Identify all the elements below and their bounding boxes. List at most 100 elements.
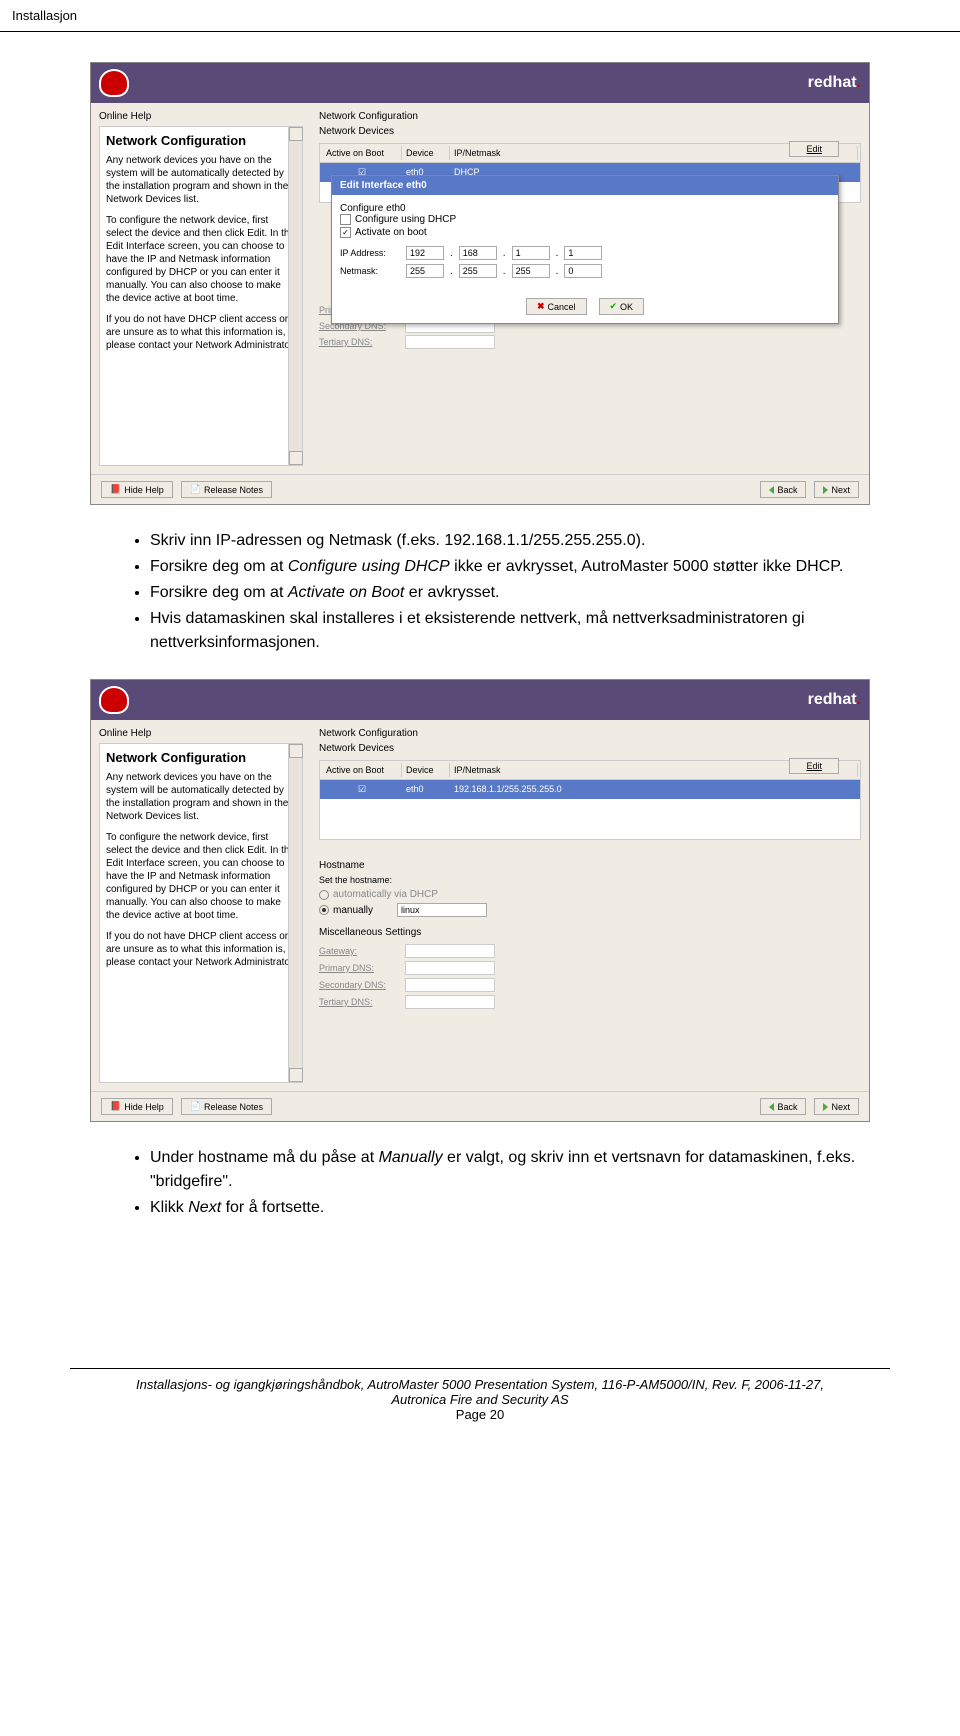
help-heading: Network Configuration <box>106 133 296 148</box>
release-notes-button[interactable]: 📄 Release Notes <box>181 481 272 498</box>
back-button[interactable]: Back <box>760 1098 806 1115</box>
misc-title: Miscellaneous Settings <box>319 927 861 938</box>
nm-octet-4[interactable]: 0 <box>564 264 602 278</box>
set-hostname-label: Set the hostname: <box>319 875 861 885</box>
footer-line-1: Installasjons- og igangkjøringshåndbok, … <box>10 1377 950 1392</box>
tertiary-dns-input[interactable] <box>405 995 495 1009</box>
help-para-1: Any network devices you have on the syst… <box>106 154 296 206</box>
activate-label: Activate on boot <box>355 227 427 238</box>
header-text: Installasjon <box>12 8 77 23</box>
installer-header: redhat. <box>91 63 869 103</box>
help-para-2: To configure the network device, first s… <box>106 214 296 305</box>
gateway-label: Gateway: <box>319 946 399 956</box>
online-help-title: Online Help <box>99 728 303 739</box>
active-checkbox[interactable]: ☑ <box>322 782 402 797</box>
edit-button[interactable]: Edit <box>789 758 839 774</box>
ok-icon: ✔ <box>610 301 618 312</box>
dhcp-checkbox-row[interactable]: Configure using DHCP <box>340 214 830 225</box>
nm-octet-2[interactable]: 255 <box>459 264 497 278</box>
ip-address-label: IP Address: <box>340 248 400 258</box>
page-header: Installasjon <box>0 0 960 32</box>
release-notes-button[interactable]: 📄 Release Notes <box>181 1098 272 1115</box>
next-arrow-icon <box>823 1103 828 1111</box>
manual-radio-row[interactable]: manually <box>319 903 861 917</box>
ip-octet-4[interactable]: 1 <box>564 246 602 260</box>
primary-dns-input[interactable] <box>405 961 495 975</box>
edit-interface-dialog: Edit Interface eth0 Configure eth0 Confi… <box>331 175 839 324</box>
activate-checkbox[interactable]: ✓ <box>340 227 351 238</box>
panel-title: Network Configuration <box>319 111 861 122</box>
instruction-list-2: Under hostname må du påse at Manually er… <box>90 1146 870 1220</box>
auto-dhcp-radio-row[interactable]: automatically via DHCP <box>319 889 861 900</box>
nm-octet-1[interactable]: 255 <box>406 264 444 278</box>
ok-button[interactable]: ✔OK <box>599 298 645 315</box>
help-scrollbar[interactable] <box>288 744 302 1082</box>
scroll-up-icon[interactable] <box>289 127 303 141</box>
back-arrow-icon <box>769 1103 774 1111</box>
scroll-down-icon[interactable] <box>289 451 303 465</box>
cancel-icon: ✖ <box>537 301 545 312</box>
back-button[interactable]: Back <box>760 481 806 498</box>
help-para-2: To configure the network device, first s… <box>106 831 296 922</box>
hide-help-button[interactable]: 📕 Hide Help <box>101 481 173 498</box>
tertiary-dns-label: Tertiary DNS: <box>319 997 399 1007</box>
list-item: Under hostname må du påse at Manually er… <box>150 1146 870 1194</box>
devices-label: Network Devices <box>319 126 861 137</box>
next-button[interactable]: Next <box>814 481 859 498</box>
nm-octet-3[interactable]: 255 <box>512 264 550 278</box>
panel-title: Network Configuration <box>319 728 861 739</box>
help-para-3: If you do not have DHCP client access or… <box>106 313 296 352</box>
devices-label: Network Devices <box>319 743 861 754</box>
primary-dns-label: Primary DNS: <box>319 963 399 973</box>
auto-radio[interactable] <box>319 890 329 900</box>
hostname-section: Hostname Set the hostname: automatically… <box>319 860 861 917</box>
cancel-button[interactable]: ✖Cancel <box>526 298 587 315</box>
screenshot-2: redhat. Online Help Network Configuratio… <box>90 679 870 1122</box>
col-device: Device <box>402 763 450 777</box>
list-item: Klikk Next for å fortsette. <box>150 1196 870 1220</box>
manual-radio[interactable] <box>319 905 329 915</box>
tertiary-dns-input[interactable] <box>405 335 495 349</box>
list-item: Forsikre deg om at Activate on Boot er a… <box>150 581 870 605</box>
edit-button[interactable]: Edit <box>789 141 839 157</box>
redhat-hat-icon <box>99 686 129 714</box>
help-scrollbar[interactable] <box>288 127 302 465</box>
hide-help-button[interactable]: 📕 Hide Help <box>101 1098 173 1115</box>
hostname-title: Hostname <box>319 860 861 871</box>
list-item: Hvis datamaskinen skal installeres i et … <box>150 607 870 655</box>
auto-label: automatically via DHCP <box>333 889 438 900</box>
network-config-panel: Network Configuration Network Devices Ac… <box>311 103 869 474</box>
hostname-input[interactable] <box>397 903 487 917</box>
next-button[interactable]: Next <box>814 1098 859 1115</box>
netmask-label: Netmask: <box>340 266 400 276</box>
dhcp-label: Configure using DHCP <box>355 214 456 225</box>
online-help-panel: Online Help Network Configuration Any ne… <box>91 720 311 1091</box>
secondary-dns-input[interactable] <box>405 978 495 992</box>
help-heading: Network Configuration <box>106 750 296 765</box>
page-footer: Installasjons- og igangkjøringshåndbok, … <box>0 1354 960 1432</box>
ip-octet-1[interactable]: 192 <box>406 246 444 260</box>
redhat-brand: redhat. <box>808 74 861 92</box>
dhcp-checkbox[interactable] <box>340 214 351 225</box>
list-item: Skriv inn IP-adressen og Netmask (f.eks.… <box>150 529 870 553</box>
gateway-input[interactable] <box>405 944 495 958</box>
device-ip: 192.168.1.1/255.255.255.0 <box>450 782 566 797</box>
installer-header: redhat. <box>91 680 869 720</box>
help-para-3: If you do not have DHCP client access or… <box>106 930 296 969</box>
page-content: redhat. Online Help Network Configuratio… <box>0 32 960 1274</box>
help-para-1: Any network devices you have on the syst… <box>106 771 296 823</box>
scroll-down-icon[interactable] <box>289 1068 303 1082</box>
device-name: eth0 <box>402 782 450 797</box>
scroll-up-icon[interactable] <box>289 744 303 758</box>
ip-octet-3[interactable]: 1 <box>512 246 550 260</box>
next-arrow-icon <box>823 486 828 494</box>
ip-octet-2[interactable]: 168 <box>459 246 497 260</box>
online-help-panel: Online Help Network Configuration Any ne… <box>91 103 311 474</box>
redhat-hat-icon <box>99 69 129 97</box>
device-row-eth0[interactable]: ☑ eth0 192.168.1.1/255.255.255.0 <box>320 780 860 799</box>
activate-checkbox-row[interactable]: ✓ Activate on boot <box>340 227 830 238</box>
col-active: Active on Boot <box>322 146 402 160</box>
manual-label: manually <box>333 905 373 916</box>
dialog-title: Edit Interface eth0 <box>332 176 838 195</box>
configure-label: Configure eth0 <box>340 203 830 214</box>
